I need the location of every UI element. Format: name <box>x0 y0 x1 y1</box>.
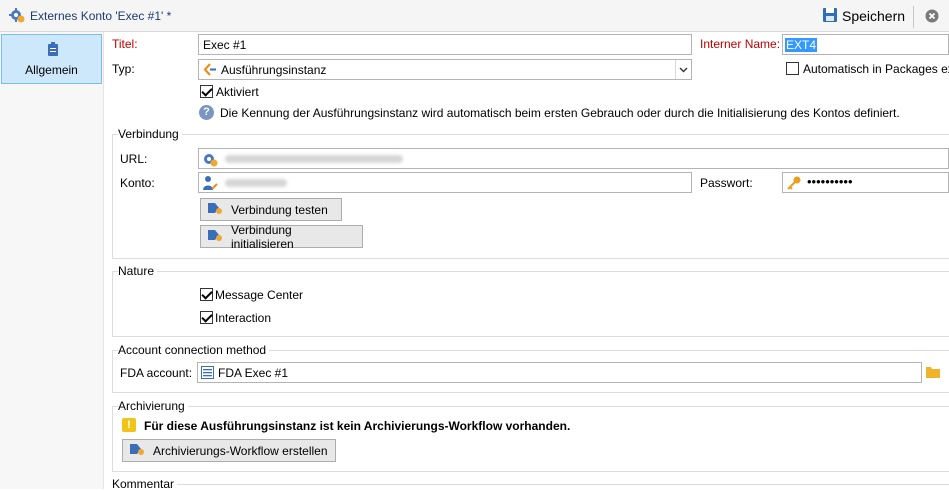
active-label: Aktiviert <box>216 85 259 99</box>
connection-tag-icon <box>207 228 223 245</box>
auto-packages-checkbox[interactable] <box>786 62 799 75</box>
connection-section-bottom-border <box>112 258 949 259</box>
nature-section-left-border <box>112 271 113 336</box>
password-label: Passwort: <box>700 176 753 190</box>
nature-section-bottom-border <box>112 336 949 337</box>
warning-icon: ! <box>122 418 136 432</box>
window-title: Externes Konto 'Exec #1' * <box>30 9 172 23</box>
chevron-down-icon[interactable] <box>675 60 691 79</box>
folder-icon[interactable] <box>925 365 941 382</box>
sidebar-item-allgemein[interactable]: Allgemein <box>1 34 102 84</box>
title-bar: Externes Konto 'Exec #1' * Speichern <box>0 0 949 32</box>
archiving-section-border <box>112 406 949 407</box>
toolbar-separator <box>913 6 914 28</box>
interaction-label: Interaction <box>215 311 272 325</box>
internal-name-label: Interner Name: <box>700 37 781 51</box>
fda-account-label: FDA account: <box>120 366 193 380</box>
test-connection-label: Verbindung testen <box>231 202 328 217</box>
save-label: Speichern <box>842 8 906 24</box>
archiving-warning-text: Für diese Ausführungsinstanz ist kein Ar… <box>144 419 571 433</box>
account-value-blurred <box>225 179 287 187</box>
close-circle-icon[interactable] <box>925 9 939 26</box>
url-label: URL: <box>120 152 148 166</box>
question-icon: ? <box>199 105 214 120</box>
test-connection-button[interactable]: Verbindung testen <box>200 198 342 221</box>
comment-section-border <box>112 484 949 485</box>
active-checkbox[interactable] <box>200 85 213 98</box>
connection-section-title: Verbindung <box>118 127 182 141</box>
type-select[interactable]: Ausführungsinstanz <box>198 59 692 80</box>
create-archiving-workflow-label: Archivierungs-Workflow erstellen <box>153 443 328 458</box>
gear-account-icon <box>202 151 218 168</box>
url-input[interactable] <box>198 148 949 169</box>
internal-name-input[interactable]: EXT4 <box>782 34 949 55</box>
message-center-label: Message Center <box>215 288 304 302</box>
auto-packages-label: Automatisch in Packages ex <box>803 62 949 76</box>
connection-section-border <box>112 134 949 135</box>
account-method-section-bottom-border <box>112 392 949 393</box>
connection-tag-icon <box>207 201 223 218</box>
fda-account-input[interactable]: FDA Exec #1 <box>197 362 922 383</box>
internal-name-value: EXT4 <box>785 38 818 52</box>
clipboard-icon <box>47 42 59 60</box>
sidebar-item-label: Allgemein <box>25 63 78 77</box>
archiving-section-left-border <box>112 406 113 471</box>
init-connection-label: Verbindung initialisieren <box>231 222 294 251</box>
floppy-disk-icon <box>822 7 838 26</box>
connection-tag-icon <box>129 442 145 459</box>
title-input[interactable]: Exec #1 <box>198 34 692 55</box>
account-method-section-title: Account connection method <box>118 343 270 357</box>
user-icon <box>202 175 218 192</box>
sidebar: Allgemein <box>0 32 104 489</box>
archiving-section-title: Archivierung <box>118 399 188 413</box>
account-method-section-left-border <box>112 350 113 392</box>
account-input[interactable] <box>198 172 692 193</box>
nature-section-border <box>112 271 949 272</box>
url-value-blurred <box>225 155 403 163</box>
password-input[interactable]: •••••••••• <box>782 172 949 193</box>
account-label: Konto: <box>120 176 155 190</box>
type-value: Ausführungsinstanz <box>221 63 327 77</box>
fda-account-value: FDA Exec #1 <box>218 366 289 380</box>
gear-account-icon <box>9 7 25 26</box>
password-mask: •••••••••• <box>807 174 853 189</box>
list-icon <box>201 366 214 382</box>
info-text: Die Kennung der Ausführungsinstanz wird … <box>220 106 900 120</box>
key-icon <box>786 175 802 192</box>
title-label: Titel: <box>112 37 138 51</box>
message-center-checkbox[interactable] <box>200 288 213 301</box>
interaction-checkbox[interactable] <box>200 311 213 324</box>
save-button[interactable]: Speichern <box>822 6 905 26</box>
instance-arrow-icon <box>203 63 217 79</box>
init-connection-button[interactable]: Verbindung initialisieren <box>200 222 363 251</box>
type-label: Typ: <box>112 62 135 76</box>
archiving-section-bottom-border <box>112 471 949 472</box>
connection-section-left-border <box>112 134 113 258</box>
create-archiving-workflow-button[interactable]: Archivierungs-Workflow erstellen <box>122 439 336 462</box>
nature-section-title: Nature <box>118 264 158 278</box>
